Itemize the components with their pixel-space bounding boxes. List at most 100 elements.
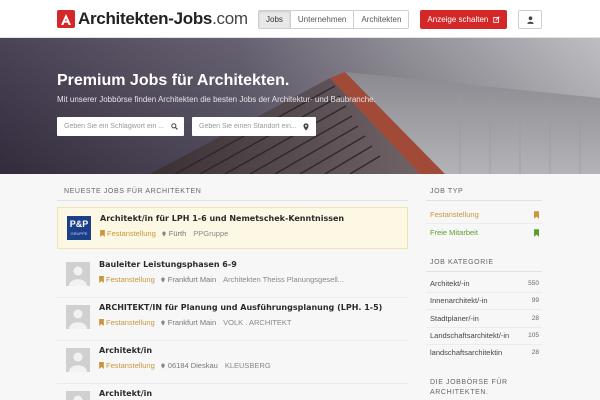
filter-label: Freie Mitarbeit xyxy=(430,228,478,237)
edit-icon xyxy=(492,16,500,23)
job-company: VOLK . ARCHITEKT xyxy=(223,318,292,327)
category-count: 550 xyxy=(528,280,539,287)
job-type-divider xyxy=(426,200,542,201)
job-title-link[interactable]: ARCHITEKT/IN für Planung und Ausführungs… xyxy=(99,303,382,312)
job-location-label: Fürth xyxy=(168,229,187,238)
hero-subtitle: Mit unserer Jobbörse finden Architekten … xyxy=(57,95,376,104)
job-type-label: Festanstellung xyxy=(106,361,155,370)
category-item[interactable]: Stadtplaner/-in 28 xyxy=(426,310,542,327)
job-type-label: Festanstellung xyxy=(106,275,155,284)
post-job-label: Anzeige schalten xyxy=(427,15,489,24)
company-logo-text: P&P xyxy=(69,219,89,229)
job-type: Festanstellung xyxy=(100,229,156,238)
company-logo-placeholder xyxy=(66,348,90,372)
avatar-placeholder-icon xyxy=(66,348,90,372)
location-search-box xyxy=(192,117,316,136)
bookmark-icon xyxy=(100,230,105,237)
post-job-button[interactable]: Anzeige schalten xyxy=(420,10,507,29)
bookmark-icon xyxy=(534,228,539,237)
hero-banner: Premium Jobs für Architekten. Mit unsere… xyxy=(0,38,600,174)
category-item[interactable]: Architekt/-in 550 xyxy=(426,275,542,292)
latest-jobs-heading: Neueste Jobs für Architekten xyxy=(64,188,202,195)
category-item[interactable]: landschaftsarchitektin 28 xyxy=(426,344,542,361)
bookmark-icon xyxy=(99,276,104,283)
job-meta: Festanstellung 06184 Dieskau KLEUSBERG xyxy=(99,361,271,370)
brand-logo-link[interactable]: Architekten-Jobs.com xyxy=(57,9,248,29)
job-location: Frankfurt Main xyxy=(161,318,216,327)
bookmark-icon xyxy=(534,210,539,219)
category-label: landschaftsarchitektin xyxy=(430,348,503,357)
job-location-label: 06184 Dieskau xyxy=(167,361,218,370)
company-logo-subtext: GRUPPE xyxy=(70,231,88,236)
latest-jobs-divider xyxy=(57,200,408,201)
company-logo: P&P GRUPPE xyxy=(67,216,91,240)
job-company: PPGruppe xyxy=(193,229,229,238)
category-count: 28 xyxy=(531,315,539,322)
avatar-placeholder-icon xyxy=(66,305,90,329)
user-menu-button[interactable] xyxy=(518,10,542,29)
job-row[interactable]: Bauleiter Leistungsphasen 6-9 Festanstel… xyxy=(57,254,408,296)
category-label: Innenarchitekt/-in xyxy=(430,296,488,305)
job-row[interactable]: ARCHITEKT/IN für Planung und Ausführungs… xyxy=(57,297,408,339)
job-location: Frankfurt Main xyxy=(161,275,216,284)
keyword-search-input[interactable] xyxy=(57,123,167,130)
brand-a-icon xyxy=(57,10,75,28)
category-label: Stadtplaner/-in xyxy=(430,314,479,323)
job-row-featured[interactable]: P&P GRUPPE Architekt/in für LPH 1-6 und … xyxy=(57,207,408,249)
job-location: 06184 Dieskau xyxy=(161,361,218,370)
job-company: Architekten Theiss Planungsgesell... xyxy=(223,275,344,284)
job-row[interactable]: Architekt/in xyxy=(57,383,408,400)
category-item[interactable]: Innenarchitekt/-in 99 xyxy=(426,292,542,309)
job-type-label: Festanstellung xyxy=(107,229,156,238)
job-title-link[interactable]: Architekt/in xyxy=(99,346,152,355)
category-count: 28 xyxy=(531,349,539,356)
category-count: 99 xyxy=(531,297,539,304)
building-image xyxy=(150,72,600,174)
map-marker-icon xyxy=(162,231,166,236)
job-title-link[interactable]: Bauleiter Leistungsphasen 6-9 xyxy=(99,260,237,269)
avatar-placeholder-icon xyxy=(66,262,90,286)
about-heading: Die Jobbörse für Architekten. xyxy=(430,379,508,396)
brand-name: Architekten-Jobs.com xyxy=(78,9,248,28)
job-type: Festanstellung xyxy=(99,275,155,284)
top-navbar: Architekten-Jobs.com Jobs Unternehmen Ar… xyxy=(0,0,600,38)
job-title-link[interactable]: Architekt/in für LPH 1-6 und Nemetschek-… xyxy=(100,214,344,223)
search-icon[interactable] xyxy=(167,123,181,130)
nav-architekten[interactable]: Architekten xyxy=(354,11,408,28)
keyword-search-box xyxy=(57,117,184,136)
nav-jobs[interactable]: Jobs xyxy=(259,11,291,28)
map-marker-icon xyxy=(161,363,165,368)
job-title-link[interactable]: Architekt/in xyxy=(99,389,152,398)
location-search-input[interactable] xyxy=(192,123,299,130)
company-logo-placeholder xyxy=(66,262,90,286)
job-category-divider xyxy=(426,271,542,272)
category-item[interactable]: Landschaftsarchitekt/-in 105 xyxy=(426,327,542,344)
map-marker-icon xyxy=(161,320,165,325)
company-logo-placeholder xyxy=(66,391,90,400)
filter-freie-mitarbeit[interactable]: Freie Mitarbeit xyxy=(426,224,542,241)
job-location-label: Frankfurt Main xyxy=(167,275,217,284)
category-label: Landschaftsarchitekt/-in xyxy=(430,331,510,340)
company-logo-placeholder xyxy=(66,305,90,329)
filter-festanstellung[interactable]: Festanstellung xyxy=(426,206,542,223)
job-type: Festanstellung xyxy=(99,361,155,370)
job-location: Fürth xyxy=(162,229,187,238)
category-label: Architekt/-in xyxy=(430,279,470,288)
job-meta: Festanstellung Frankfurt Main VOLK . ARC… xyxy=(99,318,292,327)
job-type-heading: Job Typ xyxy=(430,188,464,195)
job-company: KLEUSBERG xyxy=(224,361,271,370)
job-category-heading: Job Kategorie xyxy=(430,259,494,266)
job-location-label: Frankfurt Main xyxy=(167,318,217,327)
job-row[interactable]: Architekt/in Festanstellung 06184 Dieska… xyxy=(57,340,408,382)
nav-unternehmen[interactable]: Unternehmen xyxy=(291,11,355,28)
filter-label: Festanstellung xyxy=(430,210,479,219)
job-type-label: Festanstellung xyxy=(106,318,155,327)
main-nav: Jobs Unternehmen Architekten xyxy=(258,10,410,29)
bookmark-icon xyxy=(99,319,104,326)
hero-title: Premium Jobs für Architekten. xyxy=(57,72,290,89)
bookmark-icon xyxy=(99,362,104,369)
avatar-placeholder-icon xyxy=(66,391,90,400)
job-meta: Festanstellung Frankfurt Main Architekte… xyxy=(99,275,344,284)
user-icon xyxy=(526,15,534,24)
map-marker-icon[interactable] xyxy=(299,122,313,131)
